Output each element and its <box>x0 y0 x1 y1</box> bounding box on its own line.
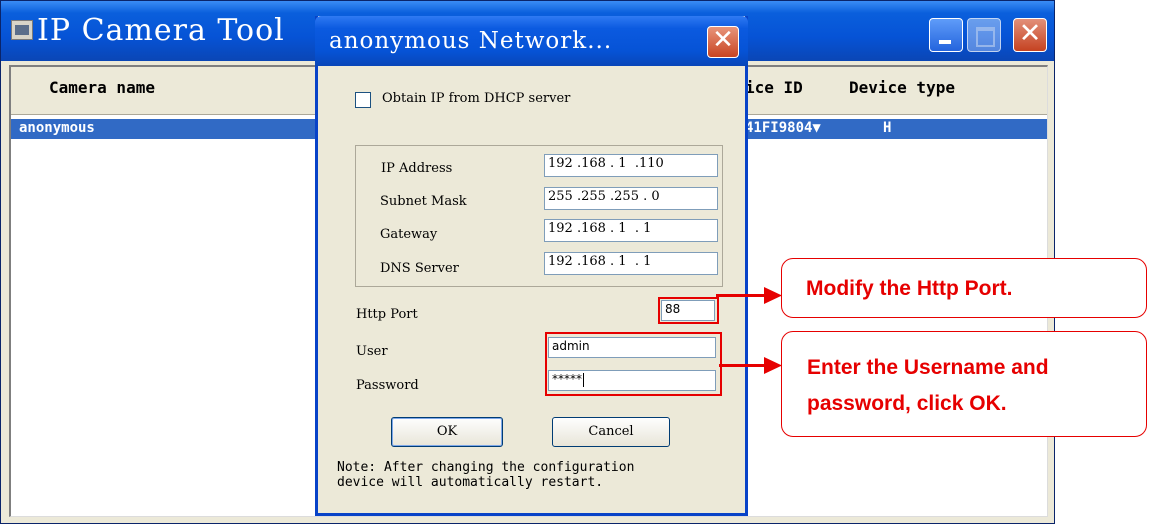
port-arrow-line <box>716 294 768 297</box>
device-type-cell: H <box>883 120 892 136</box>
device-id-cell: 41FI9804▼ <box>745 120 821 136</box>
column-camera-name[interactable]: Camera name <box>49 78 155 97</box>
dns-server-label: DNS Server <box>380 261 459 276</box>
password-label: Password <box>356 378 419 393</box>
column-device-id[interactable]: ice ID <box>745 78 803 97</box>
dhcp-label: Obtain IP from DHCP server <box>382 91 571 106</box>
maximize-button[interactable] <box>967 18 1001 52</box>
credentials-arrow-head <box>764 357 782 374</box>
gateway-label: Gateway <box>380 227 438 242</box>
credentials-highlight <box>545 332 722 396</box>
app-icon <box>11 20 33 40</box>
dialog-close-button[interactable]: ✕ <box>707 25 739 58</box>
dhcp-checkbox[interactable] <box>355 92 371 108</box>
camera-name-cell: anonymous <box>19 120 95 136</box>
user-label: User <box>356 344 388 359</box>
http-port-label: Http Port <box>356 307 418 322</box>
close-icon: ✕ <box>712 25 734 55</box>
main-window-title: IP Camera Tool <box>37 13 285 48</box>
http-port-highlight <box>658 297 719 324</box>
ip-address-field[interactable]: 192 .168 . 1 .110 <box>544 154 718 177</box>
close-icon: ✕ <box>1018 18 1042 49</box>
subnet-mask-field[interactable]: 255 .255 .255 . 0 <box>544 187 718 210</box>
close-button[interactable]: ✕ <box>1013 18 1047 52</box>
credentials-callout: Enter the Username and password, click O… <box>781 331 1147 437</box>
gateway-field[interactable]: 192 .168 . 1 . 1 <box>544 219 718 242</box>
dialog-title: anonymous Network... <box>329 28 613 54</box>
dialog-title-bar[interactable]: anonymous Network... ✕ <box>315 16 748 66</box>
column-device-type[interactable]: Device type <box>849 78 955 97</box>
credentials-callout-line-2: password, click OK. <box>807 392 1007 415</box>
port-arrow-head <box>764 287 782 304</box>
cancel-button[interactable]: Cancel <box>552 417 670 447</box>
dns-server-field[interactable]: 192 .168 . 1 . 1 <box>544 252 718 275</box>
credentials-callout-line-1: Enter the Username and <box>807 356 1049 379</box>
port-callout: Modify the Http Port. <box>781 258 1147 318</box>
minimize-button[interactable] <box>929 18 963 52</box>
subnet-mask-label: Subnet Mask <box>380 194 467 209</box>
restart-note: Note: After changing the configuration d… <box>337 460 635 490</box>
ok-button[interactable]: OK <box>391 417 503 447</box>
credentials-arrow-line <box>719 364 767 367</box>
ip-address-label: IP Address <box>381 161 453 176</box>
network-settings-dialog: anonymous Network... ✕ Obtain IP from DH… <box>315 16 748 516</box>
